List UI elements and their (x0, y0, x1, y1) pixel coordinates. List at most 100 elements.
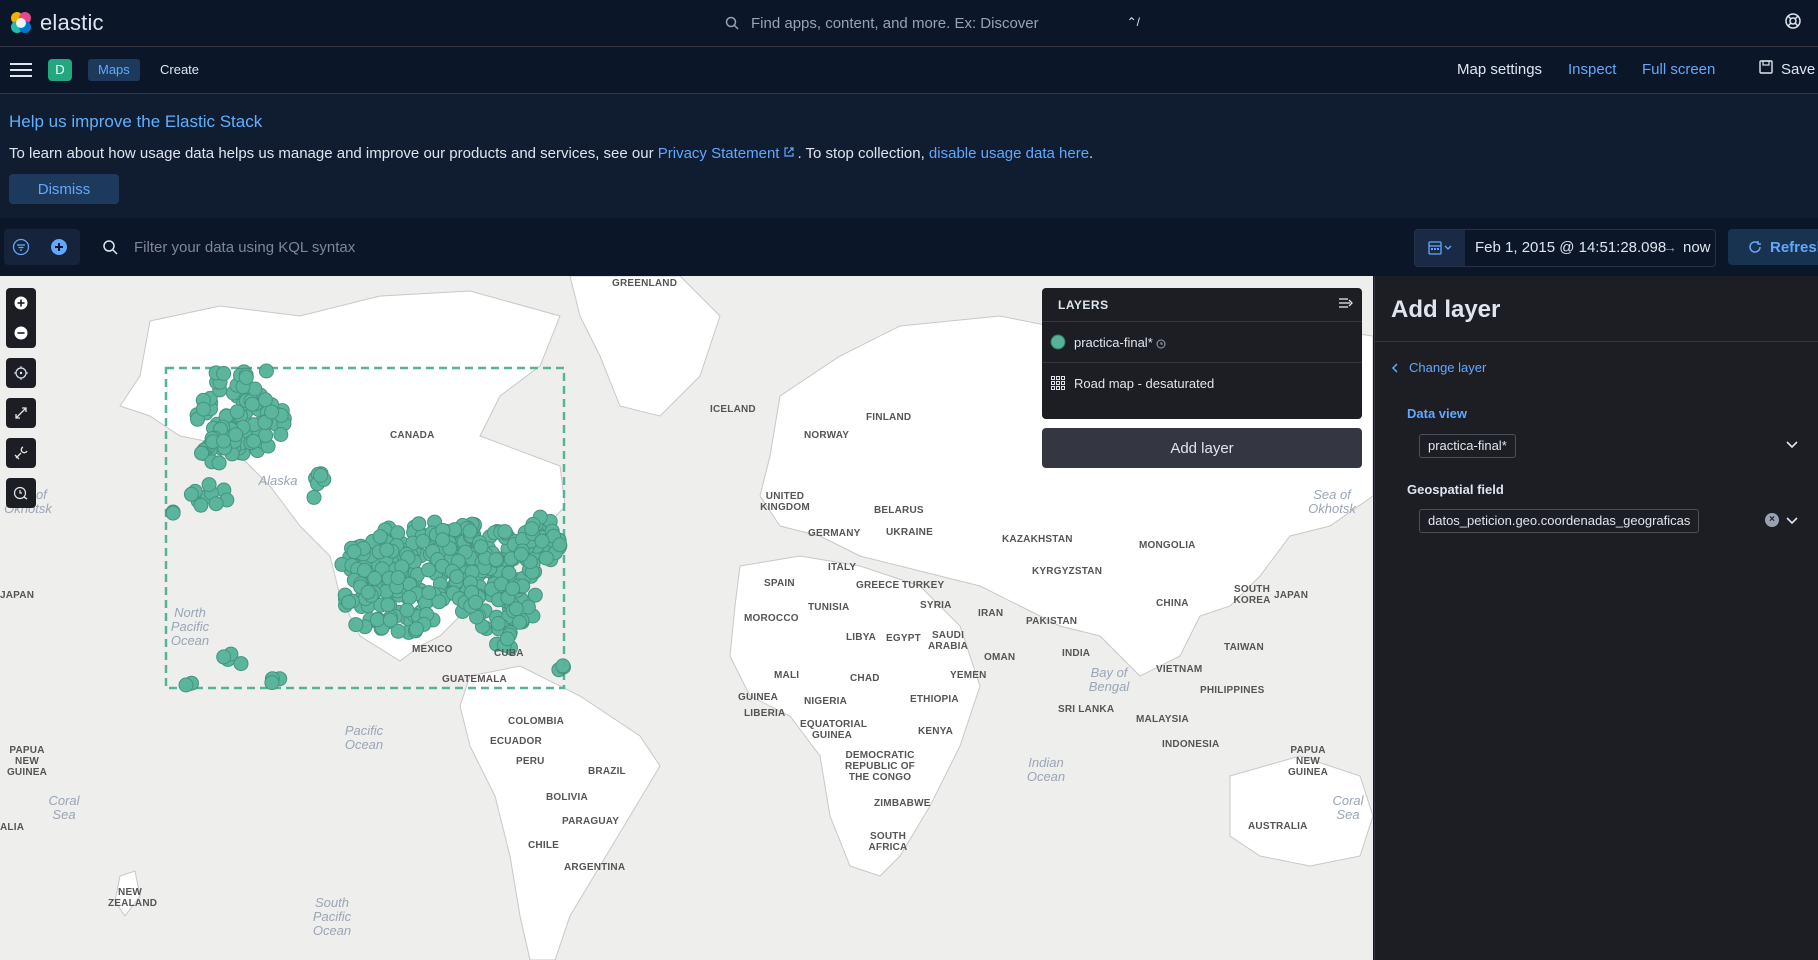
privacy-statement-link[interactable]: Privacy Statement (658, 145, 780, 162)
data-point (380, 597, 396, 613)
data-point (216, 433, 232, 449)
save-button[interactable]: Save (1781, 61, 1815, 78)
data-point (313, 468, 329, 483)
data-point (208, 496, 224, 512)
label-guinea: GUINEA (738, 692, 779, 703)
data-point (178, 677, 194, 693)
data-point (513, 546, 529, 562)
clear-icon[interactable]: × (1765, 513, 1779, 527)
banner-text: To learn about how usage data helps us m… (9, 145, 1093, 162)
layer-name: Road map - desaturated (1074, 376, 1215, 391)
label-canada: CANADA (390, 430, 435, 441)
data-point (421, 585, 437, 601)
logo-text: elastic (40, 10, 104, 35)
refresh-button[interactable]: Refresh (1728, 229, 1818, 265)
data-point (555, 658, 571, 674)
data-point (538, 550, 554, 566)
label-sea-of-okhotsk-right: Sea of Okhotsk (1308, 487, 1356, 516)
label-guatemala: GUATEMALA (442, 674, 507, 685)
data-point (244, 396, 260, 412)
add-layer-button[interactable]: Add layer (1042, 428, 1362, 468)
label-pakistan: PAKISTAN (1026, 616, 1078, 627)
breadcrumb-create: Create (160, 62, 200, 77)
space-avatar[interactable]: D (48, 59, 72, 81)
label-australia: AUSTRALIA (1248, 821, 1308, 832)
zoom-out-icon[interactable] (6, 318, 36, 348)
save-icon (1758, 59, 1774, 79)
layer-name: practica-final* (1074, 335, 1166, 350)
end-date[interactable]: now (1683, 239, 1711, 256)
filter-menu-icon[interactable] (12, 238, 30, 256)
label-north-pacific-ocean: North Pacific Ocean (170, 605, 210, 648)
label-papua-new-guinea: PAPUA NEW GUINEA (1287, 745, 1329, 778)
label-peru: PERU (516, 756, 545, 767)
label-saudi-arabia: SAUDI ARABIA (928, 630, 969, 652)
date-picker[interactable]: Feb 1, 2015 @ 14:51:28.098 → now (1414, 229, 1716, 267)
global-search[interactable]: Find apps, content, and more. Ex: Discov… (725, 8, 1145, 38)
label-new-zealand: NEW ZEALAND (108, 887, 158, 909)
label-ecuador: ECUADOR (490, 736, 542, 747)
external-link-icon (784, 147, 795, 157)
label-oman: OMAN (984, 652, 1016, 663)
add-filter-icon[interactable] (50, 238, 68, 256)
arrow-right-icon: → (1663, 239, 1677, 255)
label-liberia: LIBERIA (744, 708, 786, 719)
label-south-pacific-ocean: South Pacific Ocean (312, 895, 352, 938)
refresh-icon (1749, 241, 1761, 253)
zoom-controls (6, 288, 36, 348)
data-point (468, 594, 484, 610)
label-greece: GREECE (856, 580, 900, 591)
label-egypt: EGYPT (886, 633, 921, 644)
breadcrumb-maps[interactable]: Maps (88, 59, 140, 81)
calendar-icon[interactable] (1415, 230, 1465, 266)
label-alia: ALIA (0, 822, 25, 833)
label-tunisia: TUNISIA (808, 602, 850, 613)
timeslider-icon[interactable] (6, 478, 36, 508)
label-united-kingdom: UNITED KINGDOM (760, 491, 810, 513)
label-chad: CHAD (850, 673, 880, 684)
data-point (505, 581, 521, 596)
data-point (264, 404, 280, 420)
label-argentina: ARGENTINA (564, 862, 626, 873)
collapse-layers-icon[interactable] (1338, 296, 1354, 315)
data-point (341, 594, 357, 610)
disable-usage-link[interactable]: disable usage data here (929, 145, 1089, 162)
label-china: CHINA (1156, 598, 1189, 609)
label-chile: CHILE (528, 840, 559, 851)
data-point (524, 521, 540, 537)
full-screen-link[interactable]: Full screen (1642, 61, 1715, 78)
layer-item[interactable]: Road map - desaturated (1042, 363, 1362, 403)
search-shortcut: ⌃/ (1126, 15, 1140, 29)
start-date[interactable]: Feb 1, 2015 @ 14:51:28.098 (1475, 239, 1666, 256)
data-point (367, 570, 383, 586)
layer-item[interactable]: practica-final* (1042, 322, 1362, 363)
menu-icon[interactable] (10, 59, 32, 79)
data-point (390, 570, 406, 586)
label-mexico: MEXICO (412, 644, 453, 655)
label-norway: NORWAY (804, 430, 850, 441)
label-coral-sea-left: Coral Sea (48, 793, 80, 822)
label-brazil: BRAZIL (588, 766, 626, 777)
label-indian-ocean: Indian Ocean (1026, 755, 1066, 784)
label-colombia: COLOMBIA (508, 716, 565, 727)
data-point (306, 489, 322, 505)
label-coral-sea-right: Coral Sea (1332, 793, 1364, 822)
kql-search-input[interactable]: Filter your data using KQL syntax (92, 229, 1402, 265)
data-point (193, 497, 209, 513)
data-point (462, 523, 478, 539)
kql-search-icon (103, 240, 118, 255)
set-view-icon[interactable] (6, 358, 36, 388)
data-point (409, 621, 424, 637)
search-icon (725, 16, 739, 30)
dismiss-button[interactable]: Dismiss (9, 174, 119, 204)
elastic-logo[interactable]: elastic (8, 10, 104, 36)
map-settings-link[interactable]: Map settings (1457, 61, 1542, 78)
zoom-in-icon[interactable] (6, 288, 36, 318)
change-layer-link[interactable]: Change layer (1391, 360, 1486, 375)
banner-title: Help us improve the Elastic Stack (9, 112, 263, 131)
help-icon[interactable] (1784, 12, 1802, 35)
tools-icon[interactable] (6, 438, 36, 468)
fit-to-data-icon[interactable] (6, 398, 36, 428)
data-point (348, 617, 364, 633)
inspect-link[interactable]: Inspect (1568, 61, 1616, 78)
